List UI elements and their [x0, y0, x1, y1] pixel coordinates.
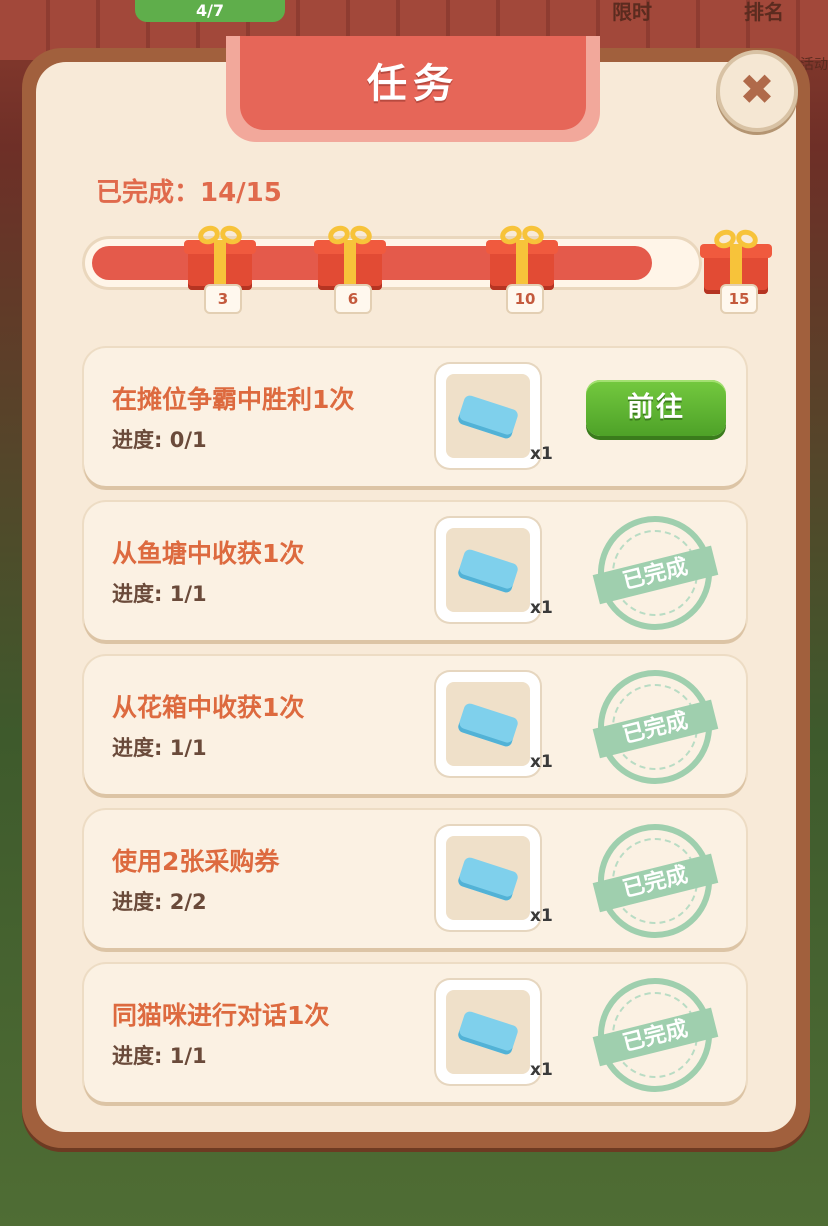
task-card: 在摊位争霸中胜利1次 进度: 0/1 x1 前往 [84, 348, 746, 486]
milestone-label: 10 [506, 284, 544, 314]
completed-stamp: 已完成 [585, 503, 725, 643]
progress-bar [82, 236, 702, 290]
task-title: 从鱼塘中收获1次 [112, 539, 305, 568]
reward-box[interactable] [436, 980, 540, 1084]
milestone-gift-6[interactable] [312, 222, 388, 290]
task-progress: 进度: 2/2 [112, 890, 207, 914]
ticket-icon [456, 1010, 520, 1056]
reward-count: x1 [530, 906, 553, 926]
task-progress: 进度: 1/1 [112, 1044, 207, 1068]
go-button[interactable]: 前往 [586, 380, 726, 436]
completed-count-label: 已完成：14/15 [96, 178, 282, 208]
dialog-title: 任务 [240, 36, 586, 130]
reward-count: x1 [530, 598, 553, 618]
task-progress: 进度: 0/1 [112, 428, 207, 452]
ticket-icon [456, 548, 520, 594]
task-card: 使用2张采购券 进度: 2/2 x1 已完成 [84, 810, 746, 951]
ranking-label: 排名 [744, 0, 784, 24]
task-title: 在摊位争霸中胜利1次 [112, 385, 355, 414]
reward-count: x1 [530, 752, 553, 772]
milestone-label: 3 [204, 284, 242, 314]
task-title: 使用2张采购券 [112, 847, 280, 876]
milestone-gift-3[interactable] [182, 222, 258, 290]
reward-box[interactable] [436, 826, 540, 930]
task-progress: 进度: 1/1 [112, 582, 207, 606]
reward-box[interactable] [436, 518, 540, 622]
close-button[interactable]: ✖ [716, 50, 798, 132]
ticket-icon [456, 394, 520, 440]
close-icon: ✖ [739, 65, 775, 114]
reward-count: x1 [530, 1060, 553, 1080]
ticket-icon [456, 856, 520, 902]
task-card: 同猫咪进行对话1次 进度: 1/1 x1 已完成 [84, 964, 746, 1105]
completed-stamp: 已完成 [585, 965, 725, 1105]
ticket-icon [456, 702, 520, 748]
task-progress: 进度: 1/1 [112, 736, 207, 760]
milestone-gift-10[interactable] [484, 222, 560, 290]
task-title: 同猫咪进行对话1次 [112, 1001, 330, 1030]
completed-stamp: 已完成 [585, 657, 725, 797]
reward-box[interactable] [436, 364, 540, 468]
limited-time-label: 限时 [612, 0, 652, 24]
task-title: 从花箱中收获1次 [112, 693, 305, 722]
background-progress-pill: 4/7 [135, 0, 285, 22]
dialog-title-tab: 任务 [226, 36, 600, 142]
completed-stamp: 已完成 [585, 811, 725, 951]
reward-count: x1 [530, 444, 553, 464]
milestone-label: 15 [720, 284, 758, 314]
milestone-label: 6 [334, 284, 372, 314]
task-card: 从花箱中收获1次 进度: 1/1 x1 已完成 [84, 656, 746, 797]
reward-box[interactable] [436, 672, 540, 776]
task-card: 从鱼塘中收获1次 进度: 1/1 x1 已完成 [84, 502, 746, 643]
